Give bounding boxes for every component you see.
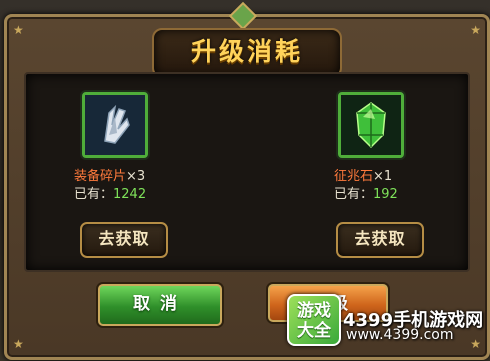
equipment-fragment-icon <box>85 95 145 155</box>
corner-star-icon: ★ <box>470 337 481 351</box>
item-name-equipment-fragment: 装备碎片×3 <box>74 169 146 184</box>
item-owned-equipment-fragment: 已有：1242 <box>74 187 147 202</box>
corner-star-icon: ★ <box>470 23 481 37</box>
item-slot-equipment-fragment[interactable] <box>82 92 148 158</box>
corner-star-icon: ★ <box>13 23 24 37</box>
dialog-title-plate: 升级消耗 <box>152 28 342 78</box>
item-slot-sign-stone[interactable] <box>338 92 404 158</box>
item-owned-sign-stone: 已有：192 <box>334 187 398 202</box>
owned-count: 192 <box>373 187 398 202</box>
owned-count: 1242 <box>113 187 147 202</box>
corner-star-icon: ★ <box>13 337 24 351</box>
item-quantity: ×3 <box>126 169 146 184</box>
dialog-title: 升级消耗 <box>190 37 303 66</box>
sign-stone-icon <box>341 95 401 155</box>
watermark-url: www.4399.com <box>346 327 454 343</box>
watermark-logo: 游戏大全 <box>287 294 341 346</box>
get-equipment-fragment-button[interactable]: 去获取 <box>80 222 168 258</box>
item-name-sign-stone: 征兆石×1 <box>334 169 393 184</box>
cancel-button[interactable]: 取消 <box>98 284 222 326</box>
get-sign-stone-button[interactable]: 去获取 <box>336 222 424 258</box>
item-quantity: ×1 <box>373 169 393 184</box>
